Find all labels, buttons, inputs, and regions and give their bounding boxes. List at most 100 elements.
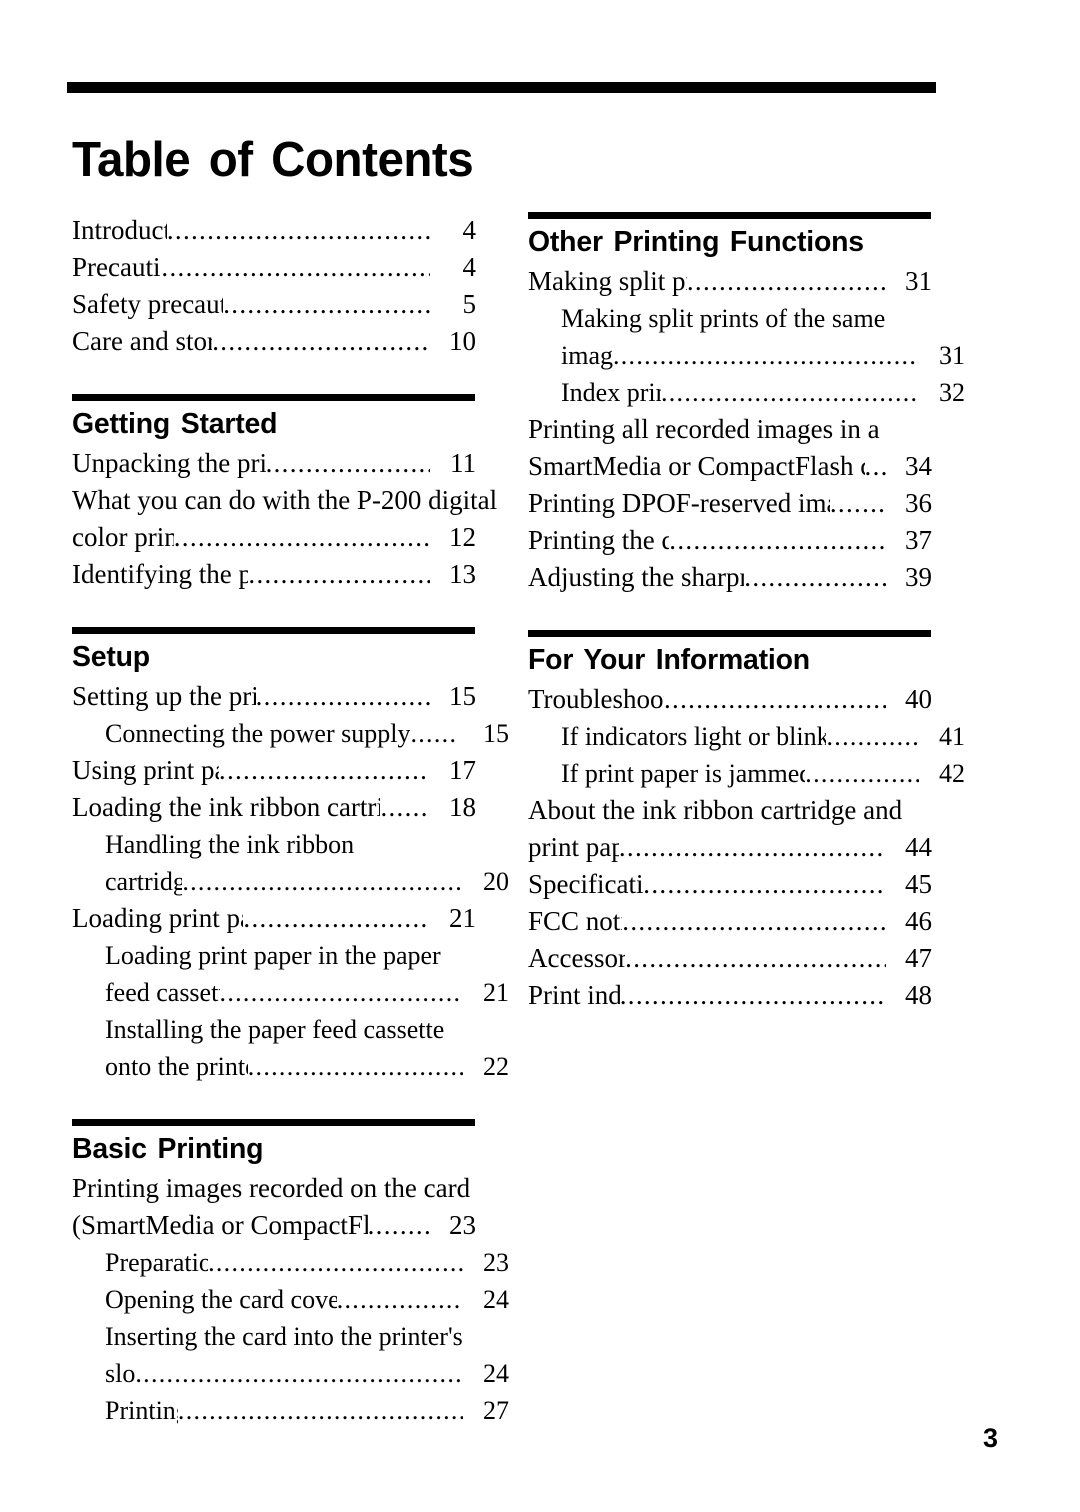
- toc-leader-dots: ....................................: [664, 684, 886, 714]
- toc-leader-dots: ...............: [805, 759, 919, 788]
- toc-entry[interactable]: Printing DPOF-reserved images........ 36: [528, 485, 932, 522]
- toc-page-number: 47: [905, 943, 932, 973]
- toc-entry-line: print paper.............................…: [528, 829, 932, 866]
- page-title: Table of Contents: [72, 132, 474, 187]
- toc-subentry[interactable]: Opening the card cover................. 2…: [72, 1281, 509, 1318]
- toc-entry[interactable]: Printing all recorded images in a SmartMe…: [528, 411, 932, 485]
- toc-page-number: 37: [905, 525, 932, 555]
- toc-entry[interactable]: Setting up the printer..................…: [72, 678, 476, 715]
- toc-entry-line: Loading the ink ribbon cartridge....... 1…: [72, 789, 476, 826]
- toc-entry[interactable]: What you can do with the P-200 digital co…: [72, 482, 497, 556]
- toc-entry-line: Index print.............................…: [528, 374, 965, 411]
- toc-entry[interactable]: Troubleshooting.........................…: [528, 681, 932, 718]
- toc-entry[interactable]: Making split prints.....................…: [528, 263, 932, 300]
- toc-entry-wrapline: Printing all recorded images in a: [528, 414, 880, 444]
- toc-entry-label: Making split prints: [528, 266, 687, 296]
- toc-subentry[interactable]: If indicators light or blink............…: [528, 718, 965, 755]
- toc-entry-wrapline: About the ink ribbon cartridge and: [528, 795, 903, 825]
- toc-section: Getting Started Unpacking the printer....…: [72, 394, 497, 593]
- toc-subentry[interactable]: Installing the paper feed cassette onto t…: [72, 1011, 509, 1085]
- left-section-list: Getting Started Unpacking the printer....…: [72, 360, 509, 1429]
- toc-entry-line: feed cassette...........................…: [72, 974, 509, 1011]
- toc-subentry[interactable]: Printing................................…: [72, 1392, 509, 1429]
- section-rule: [72, 394, 475, 401]
- toc-entry[interactable]: Unpacking the printer...................…: [72, 445, 476, 482]
- toc-entry[interactable]: Specifications..........................…: [528, 866, 932, 903]
- toc-leader-dots: ....................................: [219, 978, 463, 1007]
- toc-page-number: 24: [483, 1285, 509, 1314]
- toc-entry-label: Opening the card cover: [105, 1285, 337, 1314]
- toc-subentry[interactable]: Making split prints of the same image....…: [528, 300, 965, 374]
- toc-page-number: 36: [905, 488, 932, 518]
- toc-subentry[interactable]: If print paper is jammed............... 4…: [528, 755, 965, 792]
- toc-entry-line: Specifications..........................…: [528, 866, 932, 903]
- toc-entry-line: Identifying the parts...................…: [72, 556, 476, 593]
- toc-entry-label: FCC notice: [528, 906, 622, 936]
- toc-entry[interactable]: Adjusting the sharpness.................…: [528, 559, 932, 596]
- toc-entry-label: Troubleshooting: [528, 684, 664, 714]
- toc-leader-dots: ...................................: [212, 326, 430, 356]
- toc-leader-dots: ........: [829, 488, 886, 518]
- toc-entry-label: Index print: [561, 378, 661, 407]
- page-number: 3: [982, 1423, 998, 1453]
- toc-entry[interactable]: Precautions.............................…: [72, 249, 476, 286]
- toc-page-number: 39: [905, 562, 932, 592]
- intro-entry-group: Introduction............................…: [72, 212, 476, 360]
- toc-entry-wrapline: Making split prints of the same: [561, 304, 886, 333]
- section-entry-list: Setting up the printer..................…: [72, 678, 509, 1085]
- toc-entry[interactable]: Care and storage........................…: [72, 323, 476, 360]
- toc-entry[interactable]: Loading the ink ribbon cartridge....... 1…: [72, 789, 476, 826]
- toc-entry[interactable]: FCC notice..............................…: [528, 903, 932, 940]
- toc-page-number: 34: [905, 451, 932, 481]
- toc-entry[interactable]: Using print packs.......................…: [72, 752, 476, 789]
- toc-entry[interactable]: Safety precautions......................…: [72, 286, 476, 323]
- toc-leader-dots: ........................................…: [173, 522, 430, 552]
- toc-leader-dots: .........................: [265, 448, 430, 478]
- toc-page-number: 23: [449, 1210, 476, 1240]
- toc-entry-label: Printing DPOF-reserved images: [528, 488, 830, 518]
- toc-entry-line: Accessories.............................…: [528, 940, 932, 977]
- toc-entry[interactable]: Identifying the parts...................…: [72, 556, 476, 593]
- toc-entry[interactable]: Introduction............................…: [72, 212, 476, 249]
- toc-entry-line: (SmartMedia or CompactFlash)......... 23: [72, 1207, 476, 1244]
- toc-right-column: Other Printing Functions Making split pri…: [528, 212, 965, 1014]
- toc-entry-label: Print index: [528, 980, 620, 1010]
- toc-entry[interactable]: Print index.............................…: [528, 977, 932, 1014]
- toc-entry[interactable]: Accessories.............................…: [528, 940, 932, 977]
- toc-page-number: 18: [449, 792, 476, 822]
- toc-entry-wrapline: Loading print paper in the paper: [105, 941, 441, 970]
- section-rule: [528, 212, 931, 219]
- toc-entry-label: Loading print paper: [72, 903, 243, 933]
- toc-entry-line: Safety precautions......................…: [72, 286, 476, 323]
- toc-entry-line: If indicators light or blink............…: [528, 718, 965, 755]
- toc-leader-dots: .............................: [243, 903, 430, 933]
- toc-subentry[interactable]: Preparation.............................…: [72, 1244, 509, 1281]
- toc-subentry[interactable]: Connecting the power supply...... 15: [72, 715, 509, 752]
- toc-entry[interactable]: About the ink ribbon cartridge and print …: [528, 792, 932, 866]
- toc-entry[interactable]: Loading print paper.....................…: [72, 900, 476, 937]
- toc-subentry[interactable]: Loading print paper in the paper feed cas…: [72, 937, 509, 1011]
- toc-subentry[interactable]: Inserting the card into the printer's slo…: [72, 1318, 509, 1392]
- section-heading: For Your Information: [528, 644, 810, 676]
- toc-entry-line: slot....................................…: [72, 1355, 509, 1392]
- toc-entry-line: Introduction............................…: [72, 212, 476, 249]
- toc-leader-dots: ...............................: [247, 1052, 463, 1081]
- toc-entry-line: image...................................…: [528, 337, 965, 374]
- toc-page-number: 12: [449, 522, 476, 552]
- toc-entry-label: Adjusting the sharpness: [528, 562, 744, 592]
- toc-entry-line: color printer...........................…: [72, 519, 476, 556]
- toc-subentry[interactable]: Index print.............................…: [528, 374, 965, 411]
- toc-subentry[interactable]: Handling the ink ribbon cartridge........…: [72, 826, 509, 900]
- toc-entry[interactable]: Printing images recorded on the card (Sma…: [72, 1170, 476, 1244]
- toc-entry-label: Preparation: [105, 1248, 209, 1277]
- toc-entry-label: (SmartMedia or CompactFlash): [72, 1210, 368, 1240]
- toc-entry-label: Specifications: [528, 869, 644, 899]
- toc-entry-label: SmartMedia or CompactFlash card: [528, 451, 865, 481]
- toc-section: Other Printing Functions Making split pri…: [528, 212, 965, 596]
- toc-page-number: 23: [483, 1248, 509, 1277]
- header-rule: [67, 82, 936, 93]
- toc-entry[interactable]: Printing the date.......................…: [528, 522, 932, 559]
- toc-entry-line: Care and storage........................…: [72, 323, 476, 360]
- toc-entry-label: Identifying the parts: [72, 559, 249, 589]
